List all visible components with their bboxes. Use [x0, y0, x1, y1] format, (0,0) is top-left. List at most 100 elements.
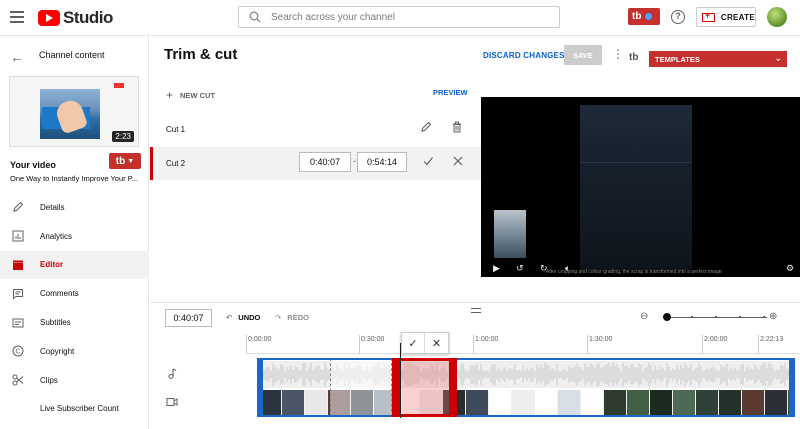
back-arrow-icon: ←: [10, 49, 24, 65]
ruler-line: [758, 335, 759, 353]
cut-right-handle[interactable]: [449, 361, 454, 414]
svg-text:C: C: [15, 349, 20, 356]
undo-button[interactable]: ↶ UNDO: [226, 313, 260, 322]
sidebar-item-label: Subtitles: [40, 318, 71, 328]
redo-icon: ↷: [275, 313, 282, 322]
ruler-tick: 2:00:00: [704, 336, 728, 343]
ruler-line: [702, 335, 703, 353]
ruler-tick: 0:30:00: [361, 336, 385, 343]
cancel-x-icon[interactable]: [452, 155, 464, 170]
timeline-current-time[interactable]: 0:40:07: [165, 309, 212, 327]
play-icon[interactable]: ▶: [493, 263, 500, 274]
delete-trash-icon[interactable]: [451, 121, 463, 136]
ruler-tick: 1:00:00: [475, 336, 499, 343]
logo-text: Studio: [63, 8, 113, 27]
templates-dropdown[interactable]: TEMPLATES ⌄: [649, 51, 787, 67]
redo-label: REDO: [287, 313, 309, 322]
cut-name: Cut 1: [166, 125, 186, 134]
cut-confirm-popup: ✓ ✕: [401, 332, 449, 354]
tubebuddy-button[interactable]: tb: [628, 8, 660, 25]
cancel-x-icon[interactable]: ✕: [425, 333, 448, 353]
save-button[interactable]: SAVE: [564, 45, 602, 65]
settings-gear-icon[interactable]: ⚙: [786, 263, 794, 274]
sidebar-item-label: Comments: [40, 289, 79, 299]
cut-row-active[interactable]: Cut 2 0:40:07 - 0:54:14: [150, 147, 481, 180]
scissors-icon: [11, 373, 25, 387]
video-title: One Way to Instantly Improve Your P...: [10, 174, 138, 183]
video-thumbnail[interactable]: 2:23: [9, 76, 139, 147]
sidebar-item-clips[interactable]: Clips: [0, 366, 149, 395]
zoom-slider-track[interactable]: [667, 317, 767, 318]
create-button[interactable]: CREATE: [696, 7, 756, 27]
video-track-icon: [166, 397, 178, 410]
sidebar-nav: Details Analytics Editor Comments Subtit…: [0, 193, 149, 423]
search-icon: [249, 11, 261, 23]
studio-logo[interactable]: Studio: [38, 8, 113, 28]
search-input[interactable]: [271, 11, 531, 23]
tubebuddy-video-button[interactable]: tb ▼: [109, 153, 141, 169]
create-video-icon: [702, 10, 715, 22]
active-cut-region[interactable]: [392, 358, 457, 417]
sidebar-item-editor[interactable]: Editor: [0, 250, 149, 280]
resize-handle-icon[interactable]: [471, 308, 481, 313]
sidebar-item-label: Details: [40, 202, 65, 212]
timeline-selection: [259, 358, 794, 417]
cut-end-time-input[interactable]: 0:54:14: [357, 152, 407, 172]
menu-icon[interactable]: [10, 11, 24, 23]
zoom-step-dot: [715, 316, 717, 318]
sidebar-item-live-subscriber-count[interactable]: Live Subscriber Count: [0, 395, 149, 424]
preview-button[interactable]: PREVIEW: [433, 88, 468, 97]
zoom-step-dot: [691, 316, 693, 318]
zoom-step-dot: [739, 316, 741, 318]
cut-row[interactable]: Cut 1: [150, 113, 481, 146]
sidebar-item-label: Analytics: [40, 231, 73, 241]
zoom-out-icon[interactable]: ⊖: [640, 311, 648, 322]
back-label: Channel content: [39, 50, 105, 60]
notification-dot-icon: [645, 13, 653, 20]
playhead[interactable]: [400, 343, 401, 418]
sidebar-item-comments[interactable]: Comments: [0, 279, 149, 308]
pencil-icon: [11, 200, 25, 214]
edit-pencil-icon[interactable]: [420, 121, 432, 136]
ruler-tick: 0:00:00: [248, 336, 272, 343]
cut-start-time-input[interactable]: 0:40:07: [299, 152, 351, 172]
tubebuddy-mark: tb: [629, 52, 639, 63]
templates-label: TEMPLATES: [655, 54, 700, 64]
ruler-line: [587, 335, 588, 353]
sidebar-item-details[interactable]: Details: [0, 193, 149, 222]
account-avatar[interactable]: [767, 7, 787, 27]
comment-icon: [11, 287, 25, 301]
more-options-icon[interactable]: ⋮: [612, 48, 624, 60]
zoom-step-dot: [763, 316, 765, 318]
zoom-in-icon[interactable]: ⊕: [769, 311, 777, 322]
redo-button[interactable]: ↷ REDO: [275, 313, 309, 322]
selection-left-handle[interactable]: [257, 358, 263, 417]
zoom-slider-knob[interactable]: [663, 313, 671, 321]
subtitles-icon: [11, 316, 25, 330]
search-box[interactable]: [238, 6, 560, 28]
sidebar-item-subtitles[interactable]: Subtitles: [0, 308, 149, 337]
sidebar-item-analytics[interactable]: Analytics: [0, 222, 149, 251]
new-cut-button[interactable]: + NEW CUT: [166, 88, 215, 102]
confirm-check-icon[interactable]: [422, 155, 434, 170]
clapper-icon: [11, 258, 25, 272]
help-icon[interactable]: ?: [671, 10, 685, 24]
your-video-label: Your video: [10, 160, 56, 170]
sidebar-item-copyright[interactable]: C Copyright: [0, 337, 149, 366]
ruler-line: [246, 335, 247, 353]
picture-in-picture-thumbnail: [494, 210, 526, 258]
ruler-tick: 2:22:13: [760, 336, 784, 343]
ruler-line: [473, 335, 474, 353]
video-player[interactable]: ▶ ↺ ↻ 🔈︎ After cropping and colour gradi…: [481, 97, 800, 277]
discard-changes-button[interactable]: DISCARD CHANGES: [483, 51, 565, 60]
time-range-dash: -: [353, 156, 356, 166]
undo-label: UNDO: [238, 313, 261, 322]
thumbnail-rec-icon: [114, 83, 124, 88]
confirm-check-icon[interactable]: ✓: [402, 333, 426, 353]
create-label: CREATE: [720, 12, 755, 22]
selection-right-handle[interactable]: [789, 358, 795, 417]
sidebar-item-label: Live Subscriber Count: [40, 404, 119, 414]
rewind-10-icon[interactable]: ↺: [516, 263, 524, 274]
page-title: Trim & cut: [164, 46, 238, 63]
back-to-channel-content[interactable]: ← Channel content: [0, 48, 149, 65]
